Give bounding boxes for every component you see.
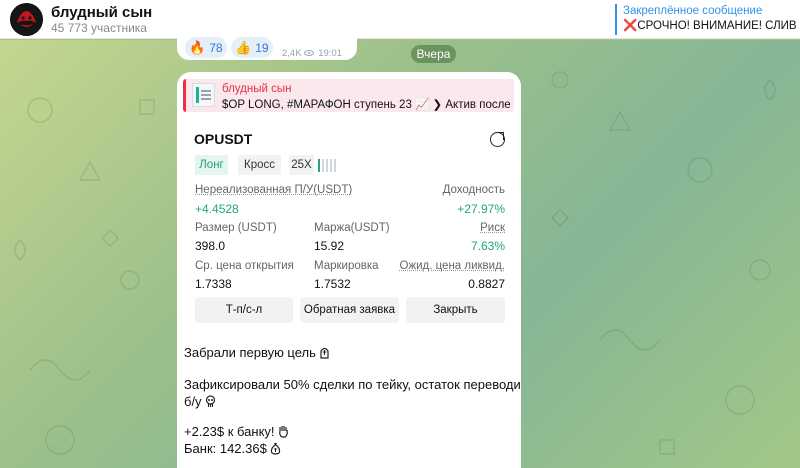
reply-author: блудный сын (222, 83, 291, 95)
raised-hand-icon (278, 425, 289, 438)
subscriber-count: 45 773 участника (51, 21, 147, 35)
message-time: 19:01 (318, 48, 342, 59)
money-bag-icon (270, 442, 281, 455)
reply-text: $OP LONG, #МАРАФОН ступень 23 📈 ❯ Актив … (222, 97, 512, 111)
pinned-title: Закреплённое сообщение (623, 4, 800, 18)
leverage-bar (330, 159, 332, 172)
channel-avatar[interactable] (10, 3, 43, 36)
pinned-text: СРОЧНО! ВНИМАНИЕ! СЛИВ pre (637, 20, 800, 32)
message-line: Забрали первую цель (184, 344, 330, 361)
message-meta: 2,4K 19:01 (282, 48, 342, 59)
pinned-message-bar[interactable]: Закреплённое сообщение ❌СРОЧНО! ВНИМАНИЕ… (615, 4, 800, 35)
unrealized-pnl-value: +4.4528 (195, 202, 239, 216)
liquidation-price-label: Ожид. цена ликвид. (399, 260, 505, 272)
message-line: б/у (184, 393, 216, 410)
roe-label: Доходность (443, 184, 505, 196)
reaction-fire[interactable]: 🔥 78 (185, 37, 227, 58)
margin-value: 15.92 (314, 239, 344, 253)
tombstone-icon (319, 346, 330, 359)
roe-value: +27.97% (457, 202, 505, 216)
cross-mark-icon: ❌ (623, 20, 637, 32)
reply-thumbnail (192, 83, 215, 107)
tpsl-button[interactable]: Т-п/с-л (195, 297, 293, 323)
skull-icon (205, 395, 216, 408)
risk-label: Риск (480, 222, 505, 234)
mark-price-label: Маркировка (314, 260, 379, 272)
avatar-logo-icon (10, 3, 43, 36)
view-count: 2,4K (282, 48, 302, 59)
leverage-bar (318, 159, 320, 172)
leverage-bar (334, 159, 336, 172)
unrealized-pnl-label: Нереализованная П/У(USDT) (195, 184, 352, 196)
pinned-text-line: ❌СРОЧНО! ВНИМАНИЕ! СЛИВ pre (623, 18, 800, 34)
risk-value: 7.63% (471, 239, 505, 253)
side-tag: Лонг (195, 155, 228, 175)
entry-price-value: 1.7338 (195, 277, 232, 291)
reaction-thumbs-up[interactable]: 👍 19 (231, 37, 273, 58)
line-text: Банк: 142.36$ (184, 441, 267, 456)
close-position-button[interactable]: Закрыть (406, 297, 505, 323)
share-icon (490, 132, 505, 147)
trading-pair: OPUSDT (194, 131, 252, 147)
reaction-count: 19 (255, 41, 268, 55)
leverage-bar (326, 159, 328, 172)
margin-label: Маржа(USDT) (314, 222, 390, 234)
chat-header: блудный сын 45 773 участника Закреплённо… (0, 0, 800, 39)
channel-title[interactable]: блудный сын (51, 4, 152, 21)
fire-icon: 🔥 (189, 40, 205, 55)
line-text: б/у (184, 394, 202, 409)
liquidation-price-value: 0.8827 (468, 277, 505, 291)
line-text: +2.23$ к банку! (184, 424, 275, 439)
leverage-tag: 25X (289, 155, 314, 175)
mark-price-value: 1.7532 (314, 277, 351, 291)
reply-preview[interactable]: блудный сын $OP LONG, #МАРАФОН ступень 2… (183, 79, 514, 112)
reaction-count: 78 (209, 41, 222, 55)
message-line: Банк: 142.36$ (184, 440, 281, 457)
message-line: +2.23$ к банку! (184, 423, 289, 440)
size-value: 398.0 (195, 239, 225, 253)
leverage-bar (322, 159, 324, 172)
margin-mode-tag: Кросс (238, 155, 281, 175)
eye-icon (304, 50, 314, 56)
line-text: Забрали первую цель (184, 345, 316, 360)
thumbs-up-icon: 👍 (235, 40, 251, 55)
message-line: Зафиксировали 50% сделки по тейку, остат… (184, 376, 521, 393)
message-bubble: блудный сын $OP LONG, #МАРАФОН ступень 2… (177, 72, 521, 468)
date-separator: Вчера (411, 45, 456, 63)
position-card-image[interactable]: OPUSDT Лонг Кросс 25X Нереализованная П/… (183, 118, 514, 328)
entry-price-label: Ср. цена открытия (195, 260, 294, 272)
leverage-meter (318, 158, 338, 172)
reverse-order-button[interactable]: Обратная заявка (300, 297, 399, 323)
size-label: Размер (USDT) (195, 222, 277, 234)
